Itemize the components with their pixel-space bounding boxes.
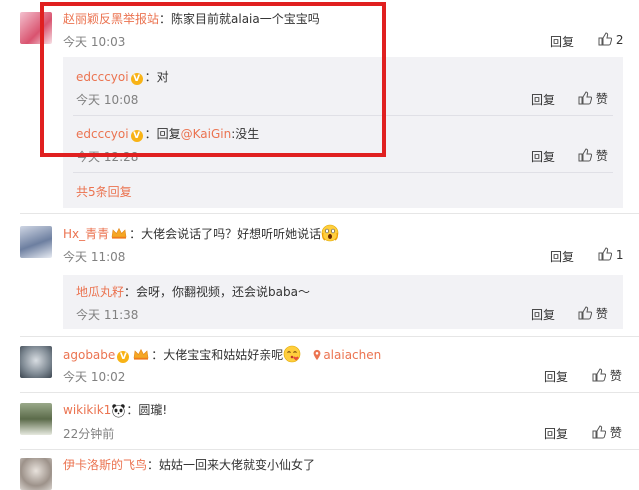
like-count: 2: [615, 33, 624, 47]
avatar[interactable]: [20, 458, 52, 490]
reply-text-suffix: :没生: [231, 127, 260, 141]
like-button[interactable]: 赞: [578, 147, 608, 164]
reply-time: 今天 10:08: [76, 93, 139, 107]
mention-link[interactable]: alaiachen: [323, 348, 381, 362]
location-pin-icon: [313, 349, 321, 361]
verified-icon: V: [130, 73, 143, 85]
like-button[interactable]: 1: [598, 247, 623, 262]
reply-username[interactable]: edcccyoi: [76, 70, 129, 84]
avatar[interactable]: [20, 346, 52, 378]
comment-text: ：姑姑一回来大佬就变小仙女了: [147, 458, 316, 472]
reply-button[interactable]: 回复: [544, 425, 568, 442]
comment-time: 今天 10:02: [63, 370, 126, 384]
comment-username[interactable]: wikikik1: [63, 403, 111, 417]
comment-line: Hx_青青 ：大佬会说话了吗？好想听听她说话: [63, 224, 339, 242]
comment-text: ：大佬会说话了吗？好想听听她说话: [129, 227, 322, 241]
reply-button[interactable]: 回复: [531, 306, 555, 323]
like-button[interactable]: 赞: [578, 90, 608, 107]
comment-line: 赵丽颖反黑举报站：陈家目前就alaia一个宝宝吗: [63, 10, 320, 27]
reply-text: ：对: [144, 70, 169, 84]
comment-text: ：陈家目前就alaia一个宝宝吗: [159, 12, 320, 26]
like-button[interactable]: 赞: [578, 305, 608, 322]
like-button[interactable]: 赞: [592, 424, 622, 441]
like-label: 赞: [609, 369, 622, 383]
divider: [20, 449, 639, 450]
crown-icon: [133, 348, 149, 360]
avatar[interactable]: [20, 226, 52, 258]
like-label: 赞: [609, 426, 622, 440]
more-replies-link[interactable]: 共5条回复: [76, 183, 132, 200]
comment-username[interactable]: agobabe: [63, 348, 115, 362]
comment-text: ：圆瓏!: [126, 403, 168, 417]
thumbs-up-icon: [598, 247, 613, 261]
panda-icon: [112, 404, 126, 418]
reply-button[interactable]: 回复: [550, 33, 574, 50]
divider: [20, 213, 639, 214]
reply-line: 地瓜丸籽：会呀，你翻视频，还会说baba～: [76, 283, 310, 300]
shocked-face-icon: [321, 224, 339, 242]
divider: [20, 392, 639, 393]
reply-button[interactable]: 回复: [544, 368, 568, 385]
comment-line: wikikik1 ：圆瓏!: [63, 401, 167, 418]
thumbs-up-icon: [598, 32, 613, 46]
divider: [73, 172, 613, 173]
comment-username[interactable]: 赵丽颖反黑举报站: [63, 12, 159, 26]
reply-username[interactable]: 地瓜丸籽: [76, 285, 124, 299]
reply-button[interactable]: 回复: [531, 91, 555, 108]
reply-time: 今天 12:28: [76, 150, 139, 164]
reply-username[interactable]: edcccyoi: [76, 127, 129, 141]
thumbs-up-icon: [578, 148, 593, 162]
comment-time: 今天 11:08: [63, 250, 126, 264]
reply-text-prefix: ：回复: [144, 127, 181, 141]
comment-line: agobabe V ：大佬宝宝和姑姑好亲呢 alaiachen: [63, 345, 381, 363]
reply-text: ：会呀，你翻视频，还会说baba～: [124, 285, 310, 299]
like-label: 赞: [595, 307, 608, 321]
mention-link[interactable]: @KaiGin: [181, 127, 232, 141]
comment-time: 今天 10:03: [63, 35, 126, 49]
divider: [20, 336, 639, 337]
comment-text: ：大佬宝宝和姑姑好亲呢: [151, 348, 284, 362]
thumbs-up-icon: [578, 306, 593, 320]
like-button[interactable]: 赞: [592, 367, 622, 384]
comment-line: 伊卡洛斯的飞鸟：姑姑一回来大佬就变小仙女了: [63, 456, 315, 473]
comment-time: 22分钟前: [63, 427, 115, 441]
comment-username[interactable]: Hx_青青: [63, 227, 109, 241]
reply-line: edcccyoi V ：回复@KaiGin:没生: [76, 125, 259, 142]
avatar[interactable]: [20, 12, 52, 44]
like-label: 赞: [595, 149, 608, 163]
reply-button[interactable]: 回复: [531, 148, 555, 165]
like-button[interactable]: 2: [598, 32, 623, 47]
thumbs-up-icon: [592, 368, 607, 382]
reply-line: edcccyoi V ：对: [76, 68, 169, 85]
verified-icon: V: [117, 351, 130, 363]
reply-button[interactable]: 回复: [550, 248, 574, 265]
like-count: 1: [615, 248, 624, 262]
thumbs-up-icon: [578, 91, 593, 105]
like-label: 赞: [595, 92, 608, 106]
kissing-face-icon: [284, 345, 301, 363]
crown-icon: [111, 227, 127, 239]
reply-time: 今天 11:38: [76, 308, 139, 322]
comment-username[interactable]: 伊卡洛斯的飞鸟: [63, 458, 147, 472]
thumbs-up-icon: [592, 425, 607, 439]
verified-icon: V: [130, 130, 143, 142]
avatar[interactable]: [20, 403, 52, 435]
divider: [73, 115, 613, 116]
